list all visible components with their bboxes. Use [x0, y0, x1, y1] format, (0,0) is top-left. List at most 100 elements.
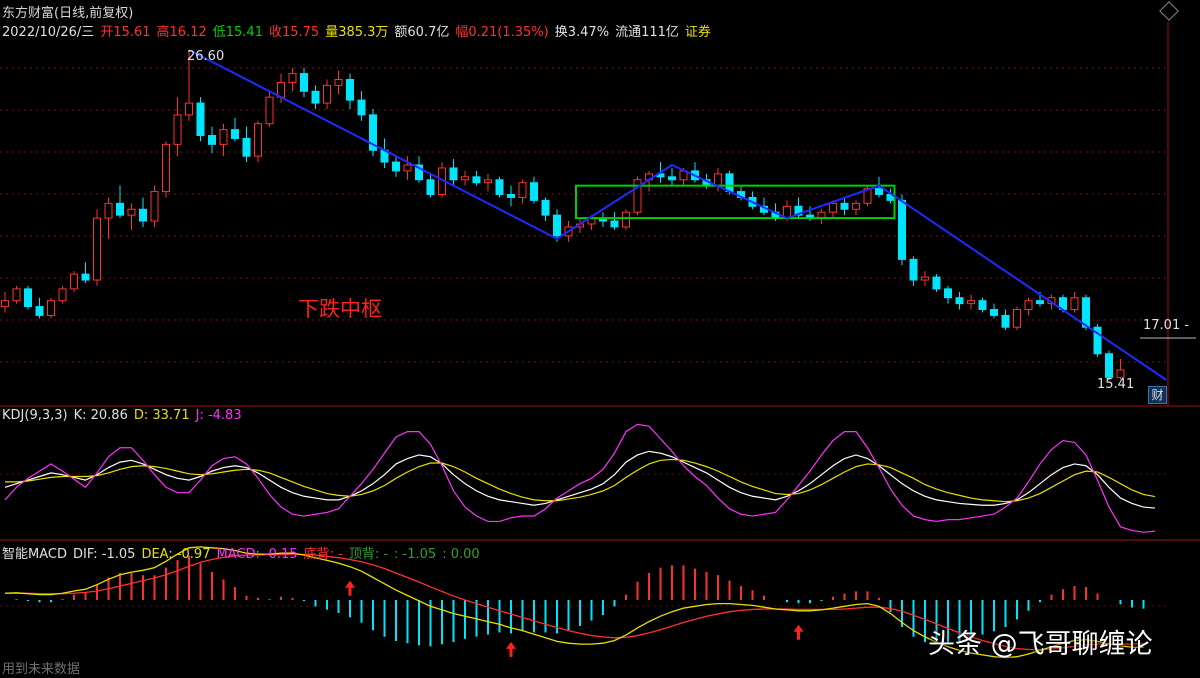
- candle-body-63: [725, 173, 734, 193]
- quote-volume: 量385.3万: [325, 25, 389, 40]
- candle-body-73: [840, 202, 849, 210]
- quote-low: 低15.41: [212, 25, 263, 40]
- candle-body-15: [173, 114, 182, 145]
- quote-high: 高16.12: [156, 25, 207, 40]
- candle-body-11: [127, 208, 136, 216]
- candle-body-6: [70, 273, 78, 290]
- candle-body-90: [1036, 300, 1044, 305]
- candle-body-88: [1013, 309, 1021, 328]
- quote-turnover: 换3.47%: [554, 25, 610, 40]
- future-data-note: 用到未来数据: [2, 662, 81, 677]
- candle-body-29: [334, 78, 343, 86]
- candle-body-86: [990, 309, 998, 316]
- kdj-k: K: 20.86: [73, 408, 128, 423]
- candle-body-17: [196, 102, 205, 137]
- macd-v1: : -1.05: [394, 547, 437, 562]
- price-grid: [0, 67, 1168, 607]
- trend-line: [188, 49, 1168, 381]
- kdj-name[interactable]: KDJ(9,3,3): [2, 408, 68, 423]
- kdj-d: D: 33.71: [133, 408, 190, 423]
- candle-body-37: [426, 179, 435, 196]
- low-price-label: 15.41: [1097, 377, 1135, 392]
- macd-bottom-div: 底背: -: [303, 547, 343, 562]
- candle-body-41: [472, 176, 481, 184]
- quote-close: 收15.75: [268, 25, 320, 40]
- candle-body-47: [541, 199, 550, 216]
- candle-body-31: [357, 99, 366, 116]
- candle-body-80: [921, 276, 929, 281]
- candle-body-35: [403, 164, 412, 172]
- candle-body-93: [1070, 297, 1079, 311]
- watermark: 头条 @飞哥聊缠论: [928, 629, 1153, 660]
- macd-dif: DIF: -1.05: [72, 547, 136, 562]
- candle-body-78: [898, 199, 906, 260]
- candle-body-39: [449, 167, 458, 181]
- current-price-label: 17.01 -: [1143, 318, 1190, 333]
- kdj-j: J: -4.83: [195, 408, 242, 423]
- candle-body-62: [714, 173, 722, 187]
- candle-body-45: [518, 182, 527, 198]
- candle-body-16: [185, 102, 193, 116]
- quote-float-cap: 流通111亿: [615, 25, 679, 40]
- buy-arrow-2: [793, 624, 804, 640]
- quote-date: 2022/10/26/三: [2, 25, 95, 40]
- finance-marker[interactable]: 财: [1148, 386, 1167, 404]
- quote-change: 幅0.21(1.35%): [455, 25, 549, 40]
- quote-sector[interactable]: 证券: [685, 25, 711, 40]
- candle-body-34: [392, 161, 400, 172]
- candle-body-28: [323, 84, 331, 104]
- candle-body-9: [104, 202, 113, 219]
- candle-body-8: [93, 217, 101, 281]
- candle-body-76: [875, 188, 883, 196]
- pivot-label: 下跌中枢: [298, 297, 382, 321]
- chart-title-bar: 东方财富(日线,前复权): [2, 2, 139, 21]
- candle-body-42: [484, 179, 492, 184]
- candle-body-0: [1, 300, 9, 308]
- candle-body-23: [265, 96, 274, 125]
- candle-body-43: [495, 179, 504, 196]
- candle-body-89: [1024, 300, 1033, 311]
- candle-body-26: [300, 73, 308, 92]
- candle-body-53: [610, 220, 619, 228]
- candlesticks: [1, 50, 1125, 380]
- candle-body-5: [58, 288, 67, 302]
- macd-dea: DEA: -0.97: [141, 547, 211, 562]
- candle-body-96: [1105, 353, 1113, 378]
- candle-body-48: [553, 214, 561, 237]
- macd-value: MACD: -0.15: [216, 547, 298, 562]
- candle-body-10: [116, 202, 124, 216]
- candle-body-20: [231, 129, 239, 139]
- candle-body-4: [47, 300, 55, 316]
- macd-header: 智能MACD DIF: -1.05 DEA: -0.97 MACD: -0.15 底背:…: [2, 543, 486, 562]
- macd-v2: : 0.00: [442, 547, 480, 562]
- candle-body-22: [254, 123, 262, 157]
- candle-body-27: [311, 90, 320, 104]
- candle-body-46: [530, 182, 538, 201]
- candle-body-87: [1001, 314, 1010, 328]
- kdj-lines: [4, 423, 1156, 533]
- candle-body-79: [909, 258, 918, 281]
- quote-amount: 额60.7亿: [394, 25, 450, 40]
- candle-body-13: [150, 191, 159, 222]
- high-price-label: 26.60: [187, 49, 225, 64]
- candle-body-19: [219, 129, 228, 145]
- candle-body-30: [346, 78, 354, 101]
- candle-body-1: [12, 288, 21, 302]
- candle-body-58: [668, 176, 676, 181]
- candle-body-25: [288, 73, 297, 83]
- candle-body-40: [461, 176, 469, 181]
- candle-body-2: [24, 288, 32, 308]
- kline-chart: [0, 22, 1200, 659]
- macd-name[interactable]: 智能MACD: [2, 547, 67, 562]
- kdj-header: KDJ(9,3,3) K: 20.86 D: 33.71 J: -4.83: [2, 408, 248, 423]
- candle-body-54: [622, 211, 630, 228]
- quote-open: 开15.61: [100, 25, 151, 40]
- buy-arrow-1: [506, 641, 516, 657]
- candle-body-3: [35, 306, 44, 316]
- candle-body-81: [932, 276, 941, 290]
- buy-arrow-0: [345, 580, 355, 596]
- candle-body-83: [955, 297, 964, 305]
- quote-bar: 2022/10/26/三 开15.61 高16.12 低15.41 收15.75 量385…: [2, 21, 717, 40]
- candle-body-82: [944, 288, 952, 299]
- macd-top-div: 顶背: -: [348, 547, 389, 562]
